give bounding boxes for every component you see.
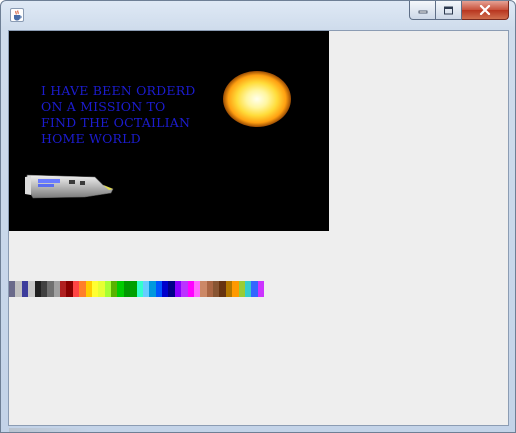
close-button[interactable] bbox=[462, 1, 509, 20]
content-panel: I HAVE BEEN ORDERD ON A MISSION TO FIND … bbox=[8, 30, 509, 426]
java-coffee-cup-icon[interactable] bbox=[10, 8, 24, 22]
minimize-button[interactable] bbox=[409, 1, 436, 20]
app-window: I HAVE BEEN ORDERD ON A MISSION TO FIND … bbox=[0, 0, 516, 433]
game-canvas[interactable]: I HAVE BEEN ORDERD ON A MISSION TO FIND … bbox=[9, 31, 329, 231]
spaceship-icon bbox=[25, 174, 114, 199]
palette-swatch[interactable] bbox=[257, 281, 264, 297]
maximize-button[interactable] bbox=[436, 1, 462, 20]
close-icon bbox=[479, 5, 491, 15]
color-palette[interactable] bbox=[9, 281, 264, 297]
taskbar-edge bbox=[9, 428, 89, 432]
sun-icon bbox=[223, 71, 291, 127]
title-bar[interactable] bbox=[1, 1, 515, 29]
story-text: I HAVE BEEN ORDERD ON A MISSION TO FIND … bbox=[41, 83, 196, 146]
minimize-icon bbox=[418, 10, 427, 14]
maximize-icon bbox=[444, 6, 453, 14]
window-controls bbox=[409, 1, 509, 20]
